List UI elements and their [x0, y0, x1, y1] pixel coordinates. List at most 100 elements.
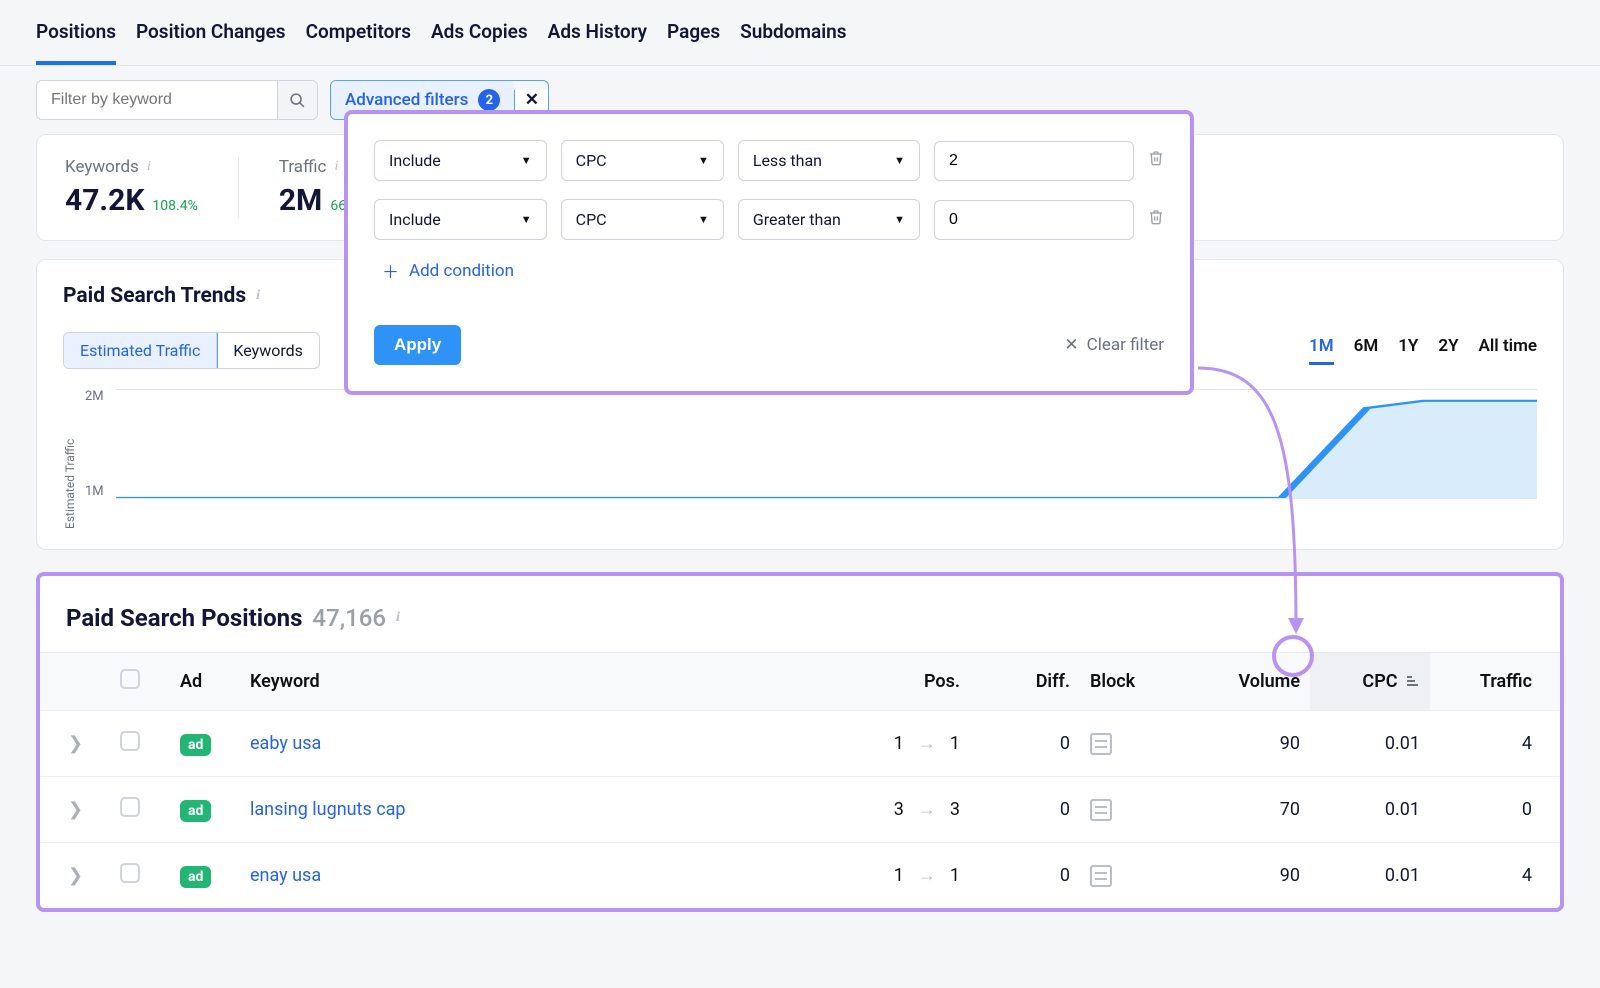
col-traffic[interactable]: Traffic — [1430, 653, 1560, 711]
tab-competitors[interactable]: Competitors — [306, 14, 411, 65]
segment-keywords[interactable]: Keywords — [217, 333, 319, 368]
condition-operator-select[interactable]: Less than▼ — [738, 140, 920, 181]
ad-badge: ad — [180, 866, 211, 888]
ad-badge: ad — [180, 800, 211, 822]
col-cpc[interactable]: CPC — [1310, 653, 1430, 711]
y-axis-label: Estimated Traffic — [63, 389, 77, 529]
top-tabs: Positions Position Changes Competitors A… — [0, 0, 1600, 66]
apply-button[interactable]: Apply — [374, 325, 461, 365]
advanced-filters-count: 2 — [478, 89, 500, 111]
close-icon: ✕ — [1064, 335, 1078, 355]
info-icon[interactable]: i — [147, 159, 151, 175]
stat-traffic-value: 2M — [279, 183, 322, 218]
stat-keywords-label: Keywords — [65, 157, 139, 177]
search-button[interactable] — [277, 81, 317, 119]
clear-filter-label: Clear filter — [1087, 335, 1164, 355]
delete-condition-button[interactable] — [1148, 149, 1164, 172]
positions-count: 47,166 — [312, 604, 386, 632]
cpc-cell: 0.01 — [1310, 777, 1430, 843]
advanced-filters-clear[interactable]: ✕ — [514, 90, 548, 110]
positions-title: Paid Search Positions — [66, 604, 302, 632]
tab-ads-history[interactable]: Ads History — [548, 14, 647, 65]
col-ad[interactable]: Ad — [170, 653, 240, 711]
tab-positions[interactable]: Positions — [36, 14, 116, 65]
stat-keywords: Keywords i 47.2K 108.4% — [65, 157, 239, 218]
row-checkbox[interactable] — [120, 731, 140, 751]
add-condition-label: Add condition — [409, 261, 514, 281]
condition-include-select[interactable]: Include▼ — [374, 140, 547, 181]
sort-asc-icon — [1406, 671, 1420, 692]
stat-keywords-delta: 108.4% — [152, 198, 197, 214]
block-cell — [1080, 843, 1180, 909]
traffic-cell: 4 — [1430, 711, 1560, 777]
y-tick: 1M — [85, 484, 104, 499]
serp-block-icon[interactable] — [1090, 799, 1112, 821]
position-cell: 1→1 — [840, 865, 960, 886]
filter-condition-row: Include▼ CPC▼ Less than▼ — [374, 140, 1164, 181]
trends-chart: Estimated Traffic 2M 1M — [63, 389, 1537, 529]
trends-segments: Estimated Traffic Keywords — [63, 332, 320, 369]
info-icon[interactable]: i — [334, 159, 338, 175]
trends-title: Paid Search Trends — [63, 284, 246, 308]
tab-pages[interactable]: Pages — [667, 14, 720, 65]
position-cell: 3→3 — [840, 799, 960, 820]
expand-row-button[interactable]: ❯ — [40, 843, 110, 909]
row-checkbox[interactable] — [120, 863, 140, 883]
delete-condition-button[interactable] — [1148, 208, 1164, 231]
volume-cell: 90 — [1180, 711, 1310, 777]
tab-subdomains[interactable]: Subdomains — [740, 14, 846, 65]
serp-block-icon[interactable] — [1090, 733, 1112, 755]
checkbox-all[interactable] — [120, 669, 140, 689]
trash-icon — [1148, 149, 1164, 167]
diff-cell: 0 — [970, 843, 1080, 909]
col-keyword[interactable]: Keyword — [240, 653, 830, 711]
keyword-filter-input[interactable] — [37, 81, 277, 119]
condition-value-input[interactable] — [934, 200, 1134, 240]
condition-metric-select[interactable]: CPC▼ — [561, 140, 724, 181]
expand-row-button[interactable]: ❯ — [40, 777, 110, 843]
range-all-time[interactable]: All time — [1479, 336, 1537, 365]
tab-position-changes[interactable]: Position Changes — [136, 14, 286, 65]
diff-cell: 0 — [970, 711, 1080, 777]
expand-row-button[interactable]: ❯ — [40, 711, 110, 777]
clear-filter-button[interactable]: ✕ Clear filter — [1064, 335, 1164, 355]
range-1y[interactable]: 1Y — [1398, 336, 1418, 365]
info-icon[interactable]: i — [396, 610, 400, 626]
keyword-link[interactable]: lansing lugnuts cap — [250, 799, 406, 820]
keyword-link[interactable]: eaby usa — [250, 733, 321, 754]
col-block[interactable]: Block — [1080, 653, 1180, 711]
trends-range: 1M 6M 1Y 2Y All time — [1309, 336, 1537, 365]
row-checkbox[interactable] — [120, 797, 140, 817]
condition-operator-select[interactable]: Greater than▼ — [738, 199, 920, 240]
y-axis-ticks: 2M 1M — [85, 389, 104, 499]
condition-value-input[interactable] — [934, 141, 1134, 181]
keyword-link[interactable]: enay usa — [250, 865, 321, 886]
col-diff[interactable]: Diff. — [970, 653, 1080, 711]
col-pos[interactable]: Pos. — [830, 653, 970, 711]
ad-badge: ad — [180, 734, 211, 756]
info-icon[interactable]: i — [256, 288, 260, 304]
keyword-filter-wrap — [36, 80, 318, 120]
volume-cell: 90 — [1180, 843, 1310, 909]
cpc-cell: 0.01 — [1310, 711, 1430, 777]
range-6m[interactable]: 6M — [1354, 336, 1379, 365]
stat-traffic-label: Traffic — [279, 157, 327, 177]
range-1m[interactable]: 1M — [1309, 336, 1334, 365]
add-condition-button[interactable]: ＋ Add condition — [382, 258, 1164, 283]
plus-icon: ＋ — [382, 258, 399, 283]
table-row: ❯ ad enay usa 1→1 0 90 0.01 4 — [40, 843, 1560, 909]
advanced-filters-popover: Include▼ CPC▼ Less than▼ Include▼ CPC▼ G… — [344, 110, 1194, 395]
serp-block-icon[interactable] — [1090, 865, 1112, 887]
traffic-cell: 0 — [1430, 777, 1560, 843]
search-icon — [289, 92, 306, 109]
positions-table: Ad Keyword Pos. Diff. Block Volume CPC T… — [40, 652, 1560, 908]
condition-metric-select[interactable]: CPC▼ — [561, 199, 724, 240]
col-volume[interactable]: Volume — [1180, 653, 1310, 711]
range-2y[interactable]: 2Y — [1438, 336, 1458, 365]
condition-include-select[interactable]: Include▼ — [374, 199, 547, 240]
position-cell: 1→1 — [840, 733, 960, 754]
segment-estimated-traffic[interactable]: Estimated Traffic — [64, 333, 217, 368]
y-tick: 2M — [85, 389, 104, 404]
tab-ads-copies[interactable]: Ads Copies — [431, 14, 528, 65]
block-cell — [1080, 777, 1180, 843]
